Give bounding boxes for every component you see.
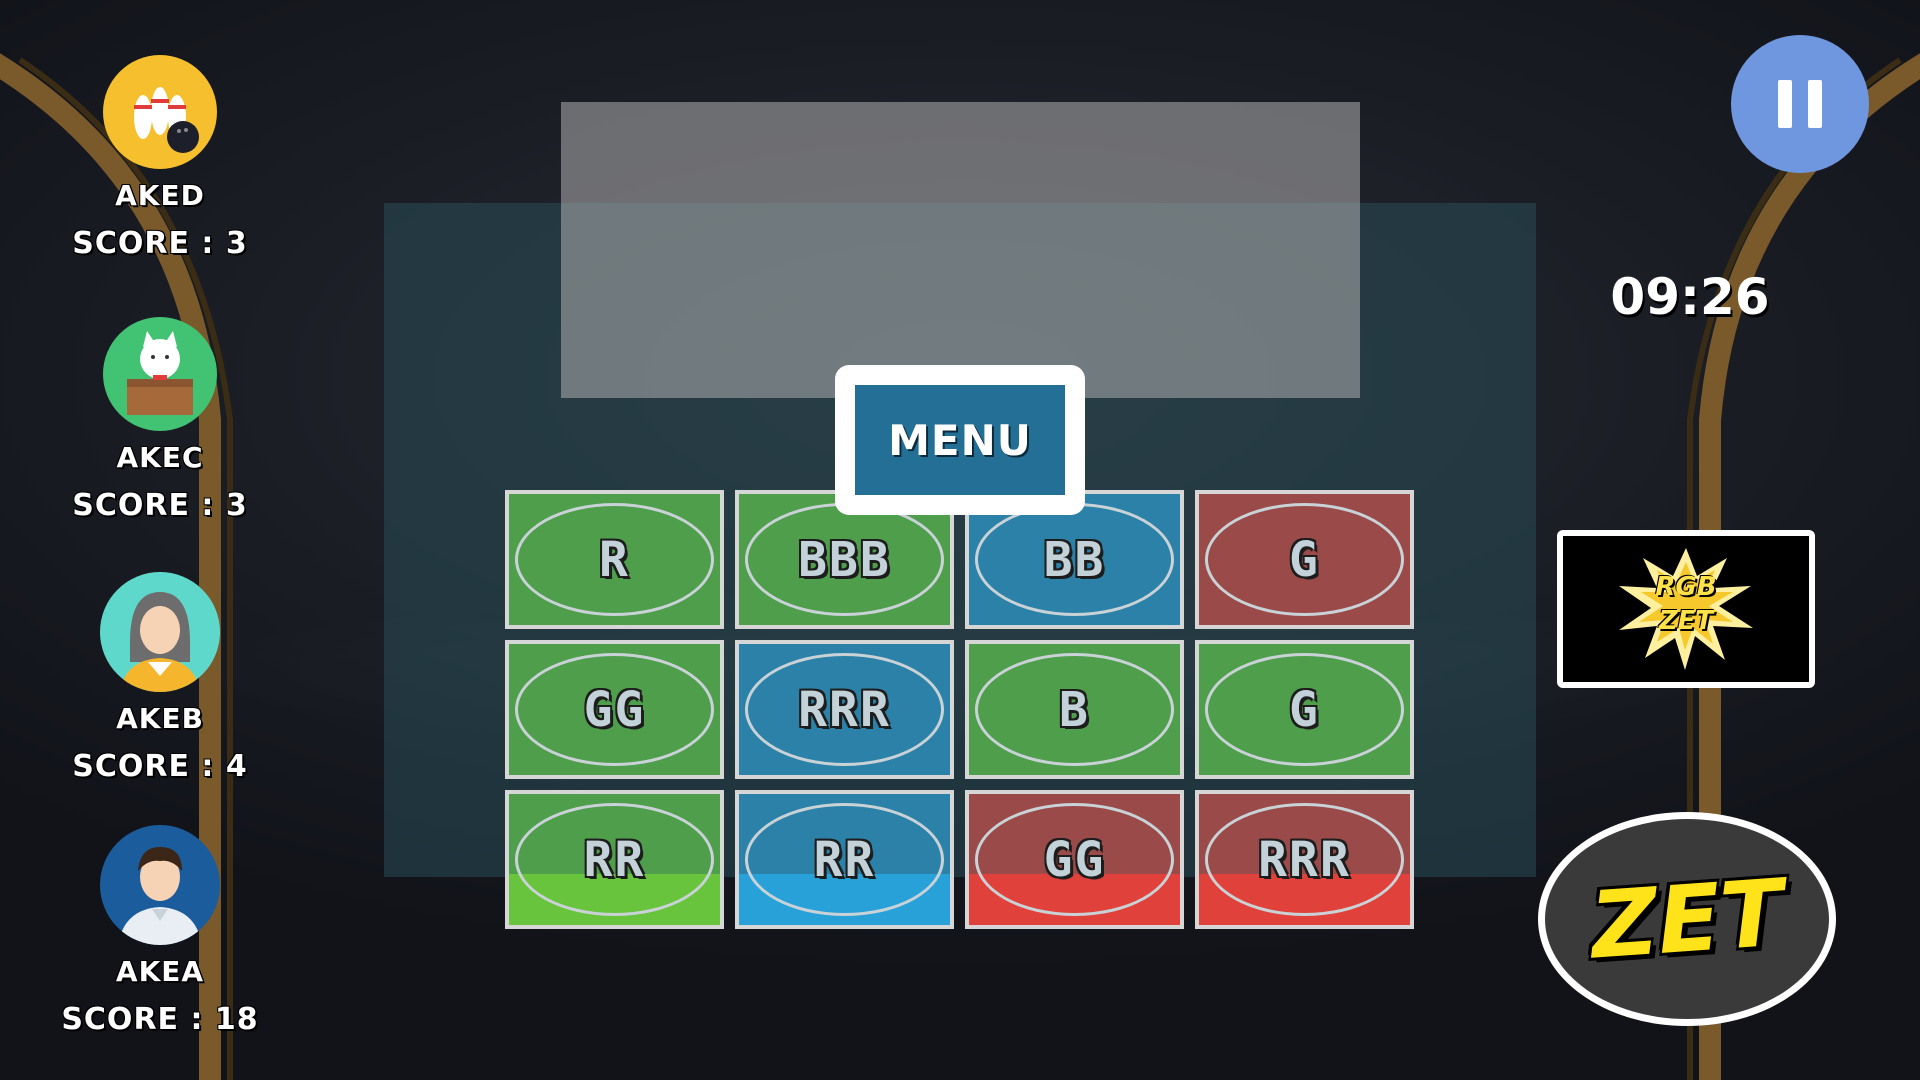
player-card: AKED SCORE : 3: [60, 55, 260, 261]
player-card: AKEA SCORE : 18: [60, 825, 260, 1037]
zet-button-label: ZET: [1587, 858, 1787, 980]
card[interactable]: R: [505, 490, 724, 629]
player-card: AKEC SCORE : 3: [60, 317, 260, 523]
player-score: SCORE : 18: [61, 1002, 259, 1037]
card-symbol: RR: [813, 831, 876, 888]
card[interactable]: GG: [505, 640, 724, 779]
pause-button[interactable]: [1731, 35, 1869, 173]
man-avatar-icon: [100, 825, 220, 945]
card-symbol: R: [599, 531, 630, 588]
menu-button-label: MENU: [855, 385, 1065, 495]
card[interactable]: G: [1195, 640, 1414, 779]
player-score: SCORE : 4: [72, 749, 248, 784]
card-symbol: RR: [583, 831, 646, 888]
player-score: SCORE : 3: [72, 226, 248, 261]
selection-panel: [561, 102, 1360, 398]
card[interactable]: G: [1195, 490, 1414, 629]
player-score: SCORE : 3: [72, 488, 248, 523]
rgb-zet-logo: RGB ZET: [1557, 530, 1815, 688]
card-grid: R BBB BB G GG RRR B G RR RR GG RRR: [505, 490, 1414, 930]
card[interactable]: RR: [735, 790, 954, 929]
card-symbol: RRR: [1258, 831, 1351, 888]
card-symbol: RRR: [798, 681, 891, 738]
zet-button[interactable]: ZET: [1538, 812, 1836, 1026]
card[interactable]: RR: [505, 790, 724, 929]
player-name: AKEA: [115, 955, 205, 988]
card[interactable]: GG: [965, 790, 1184, 929]
player-name: AKEC: [116, 441, 204, 474]
card-symbol: BB: [1043, 531, 1106, 588]
card-symbol: G: [1289, 681, 1320, 738]
card-symbol: GG: [583, 681, 646, 738]
lucky-cat-icon: [103, 317, 217, 431]
card-symbol: G: [1289, 531, 1320, 588]
card-symbol: BBB: [798, 531, 891, 588]
woman-avatar-icon: [100, 572, 220, 692]
menu-button[interactable]: MENU: [835, 365, 1085, 515]
player-card: AKEB SCORE : 4: [60, 572, 260, 784]
card[interactable]: RRR: [1195, 790, 1414, 929]
game-timer: 09:26: [1610, 268, 1770, 326]
player-name: AKEB: [116, 702, 204, 735]
logo-text-bottom: ZET: [1658, 606, 1714, 636]
bowling-pins-icon: [103, 55, 217, 169]
logo-text-top: RGB: [1655, 572, 1717, 602]
player-name: AKED: [115, 179, 205, 212]
card[interactable]: B: [965, 640, 1184, 779]
card-symbol: B: [1059, 681, 1090, 738]
card-symbol: GG: [1043, 831, 1106, 888]
card[interactable]: RRR: [735, 640, 954, 779]
